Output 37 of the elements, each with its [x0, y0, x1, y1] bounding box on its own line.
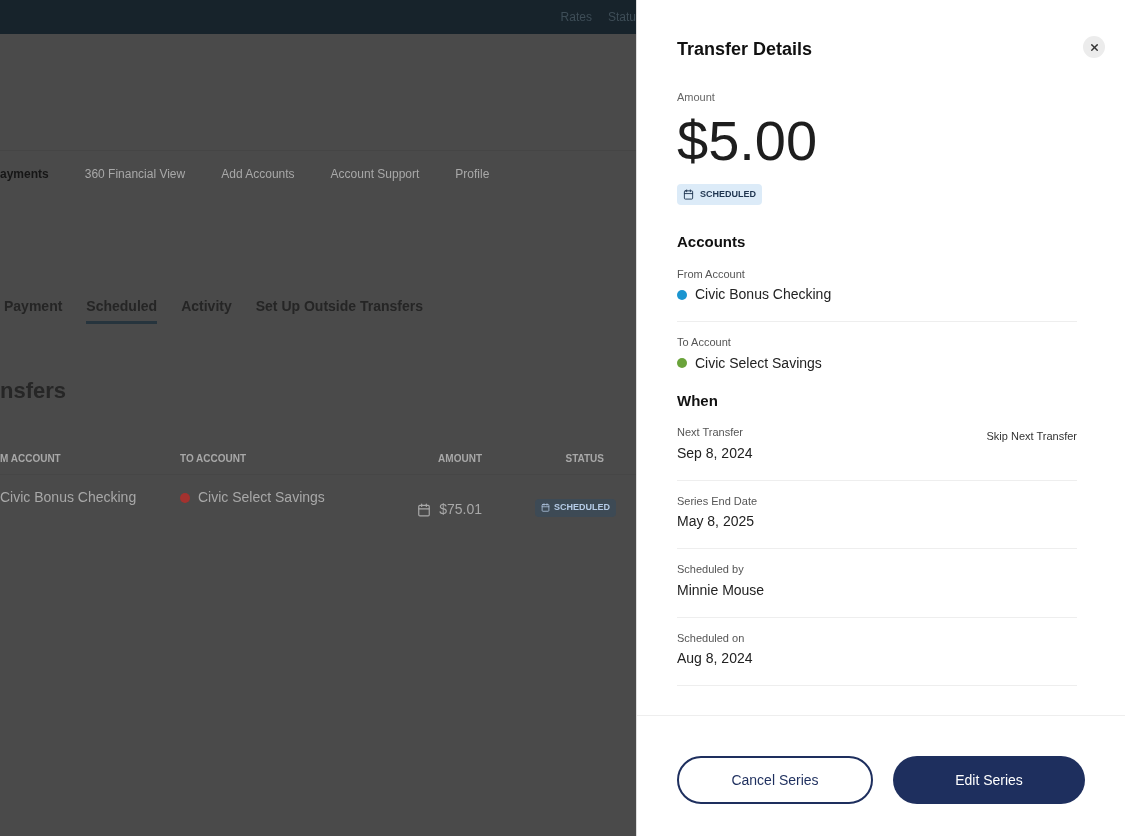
table-cell-text: $75.01 — [439, 500, 482, 519]
calendar-icon — [683, 189, 694, 201]
table-cell-text: Civic Select Savings — [198, 488, 325, 507]
column-header: M ACCOUNT — [0, 452, 62, 466]
account-name: Civic Select Savings — [695, 353, 822, 373]
status-badge: SCHEDULED — [677, 183, 762, 206]
column-header: AMOUNT — [437, 452, 483, 466]
skip-link[interactable]: Skip Next Transfer — [986, 428, 1077, 445]
account-name: Civic Bonus Checking — [695, 285, 832, 305]
field-label: Amount — [677, 90, 716, 105]
section-heading: When — [677, 390, 719, 411]
drawer-title: Transfer Details — [677, 38, 813, 61]
close-icon — [1088, 41, 1100, 53]
field-label: Next Transfer — [677, 425, 745, 441]
column-header: STATUS — [564, 452, 605, 466]
section-heading: Accounts — [677, 232, 747, 253]
field-label: Scheduled on — [677, 630, 746, 646]
status-badge: SCHEDULED — [535, 499, 616, 517]
cancel-button[interactable]: Cancel Series — [677, 756, 873, 804]
calendar-icon — [541, 503, 550, 513]
field-label: Scheduled by — [677, 562, 745, 578]
amount-value: $5.00 — [677, 109, 819, 172]
table-cell-text: Civic Bonus Checking — [0, 488, 138, 507]
nav-link[interactable]: Account Support — [330, 164, 420, 183]
field-value: Aug 8, 2024 — [677, 649, 753, 669]
close-button[interactable] — [1083, 36, 1105, 58]
column-header: TO ACCOUNT — [180, 452, 248, 466]
edit-button[interactable]: Edit Series — [893, 756, 1085, 804]
field-label: Series End Date — [677, 493, 758, 509]
nav-link[interactable]: 360 Financial View — [84, 164, 186, 183]
field-label: From Account — [677, 266, 746, 282]
field-value: May 8, 2025 — [677, 512, 756, 532]
field-value: Sep 8, 2024 — [677, 443, 753, 463]
nav-link[interactable]: Profile — [455, 164, 490, 183]
field-label: To Account — [677, 335, 732, 351]
nav-link[interactable]: Add Accounts — [221, 164, 295, 183]
field-value: Minnie Mouse — [677, 580, 765, 600]
